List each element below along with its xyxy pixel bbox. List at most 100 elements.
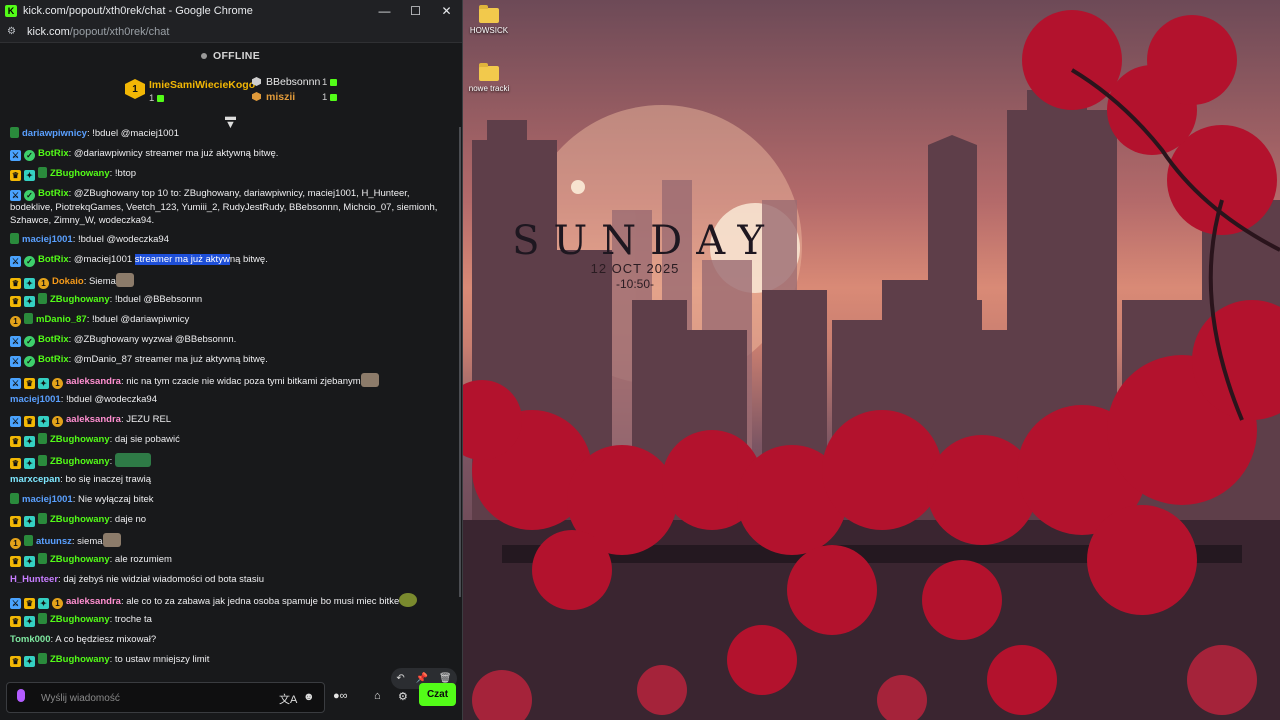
chat-username[interactable]: ZBughowany <box>50 168 110 179</box>
chat-username[interactable]: ZBughowany <box>50 434 110 445</box>
chat-username[interactable]: BotRix <box>38 188 69 199</box>
address-bar[interactable]: ⚙ kick.com/popout/xth0rek/chat <box>0 21 462 43</box>
vip-badge-icon: ♛ <box>24 378 35 389</box>
chat-message[interactable]: ♛ ✦ ZBughowany: troche ta <box>10 613 452 627</box>
chat-messages[interactable]: dariawpiwnicy: !bduel @maciej1001 ⚔ ✓ BotRi… <box>0 127 459 677</box>
chat-username[interactable]: maciej1001 <box>22 234 73 245</box>
chat-message[interactable]: ♛ ✦ ZBughowany: daj sie pobawić <box>10 433 452 447</box>
url-path: /popout/xth0rek/chat <box>69 25 170 38</box>
chat-message[interactable]: maciej1001: !bduel @wodeczka94 <box>10 393 452 406</box>
settings-gear-icon[interactable]: ⚙ <box>398 690 408 703</box>
leaderboard-third-name[interactable]: miszii <box>266 91 295 103</box>
chat-message[interactable]: ♛ ✦ 1 Dokaio: Siema <box>10 273 452 289</box>
sub-badge-icon <box>38 293 47 304</box>
kicks-icon[interactable]: ●∞ <box>333 690 348 702</box>
chat-message[interactable]: ♛ ✦ ZBughowany: daje no <box>10 513 452 527</box>
chat-message[interactable]: ⚔ ♛ ✦ 1 aaleksandra: JEZU REL <box>10 413 452 427</box>
chat-username[interactable]: maciej1001 <box>22 494 73 505</box>
gift-count: 1 <box>322 92 328 103</box>
chat-message[interactable]: ⚔ ✓ BotRix: @ZBughowany top 10 to: ZBughow… <box>10 187 452 227</box>
translate-icon[interactable]: 文A <box>279 691 297 707</box>
chat-username[interactable]: BotRix <box>38 334 69 345</box>
site-settings-icon[interactable]: ⚙ <box>7 26 19 37</box>
desktop-folder-howsick[interactable]: HOWSICK <box>462 5 519 35</box>
chat-username[interactable]: mDanio_87 <box>36 314 87 325</box>
message-text: @maciej1001 <box>73 254 135 265</box>
chat-message[interactable]: ⚔ ✓ BotRix: @maciej1001 streamer ma już ak… <box>10 253 452 267</box>
chat-message[interactable]: ♛ ✦ ZBughowany: ale rozumiem <box>10 553 452 567</box>
chat-username[interactable]: ZBughowany <box>50 294 110 305</box>
bot-badge-icon: ✓ <box>24 150 35 161</box>
chat-username[interactable]: maciej1001 <box>10 394 61 405</box>
chat-username[interactable]: BotRix <box>38 148 69 159</box>
mod-badge-icon: ⚔ <box>10 336 21 347</box>
desktop-folder-label: nowe tracki <box>468 84 510 93</box>
chat-message[interactable]: 1 atuunsz: siema <box>10 533 452 549</box>
chat-message[interactable]: Tomk000: A co będziesz mixował? <box>10 633 452 646</box>
kick-logo-icon: K <box>5 4 17 17</box>
message-text: ale co to za zabawa jak jedna osoba spam… <box>126 596 400 607</box>
message-text: Nie wyłączaj bitek <box>78 494 154 505</box>
sub-badge-icon <box>10 127 19 138</box>
chat-message[interactable]: ⚔ ✓ BotRix: @dariawpiwnicy streamer ma już… <box>10 147 452 161</box>
message-text: !bduel @wodeczka94 <box>78 234 169 245</box>
sub-badge-icon <box>10 493 19 504</box>
message-text: Siema <box>88 276 116 287</box>
chat-message[interactable]: dariawpiwnicy: !bduel @maciej1001 <box>10 127 452 140</box>
store-icon[interactable]: ⌂ <box>374 690 381 702</box>
chat-username[interactable]: BotRix <box>38 254 69 265</box>
chat-message[interactable]: ⚔ ♛ ✦ 1 aaleksandra: nic na tym czacie nie w… <box>10 373 452 389</box>
microphone-icon[interactable] <box>17 689 25 702</box>
minimize-button[interactable]: — <box>369 4 400 18</box>
message-text: !bduel @maciej1001 <box>92 128 179 139</box>
chat-message[interactable]: marxcepan: bo się inaczej trawią <box>10 473 452 486</box>
chat-input-box[interactable]: 文A ☻ <box>6 682 325 713</box>
chat-username[interactable]: ZBughowany <box>50 654 110 665</box>
chat-message[interactable]: ♛ ✦ ZBughowany: !btop <box>10 167 452 181</box>
message-text: daj żebyś nie widział wiadomości od bota… <box>63 574 264 585</box>
emote-icon <box>399 593 418 607</box>
leaderboard-second-name[interactable]: BBebsonnn <box>266 76 320 88</box>
chat-username[interactable]: aaleksandra <box>66 414 121 425</box>
og-badge-icon: ✦ <box>24 516 35 527</box>
chat-username[interactable]: ZBughowany <box>50 554 110 565</box>
chat-message[interactable]: H_Hunteer: daj żebyś nie widział wiadomo… <box>10 573 452 586</box>
og-badge-icon: ✦ <box>38 416 49 427</box>
chat-message[interactable]: ♛ ✦ ZBughowany: <box>10 453 452 469</box>
chat-username[interactable]: aaleksandra <box>66 376 121 387</box>
leaderboard-first-name[interactable]: ImieSamiWiecieKogo <box>149 79 255 91</box>
chat-input[interactable] <box>39 689 263 707</box>
close-button[interactable]: ✕ <box>431 4 462 18</box>
chat-username[interactable]: BotRix <box>38 354 69 365</box>
chat-username[interactable]: ZBughowany <box>50 614 110 625</box>
chat-username[interactable]: Dokaio <box>52 276 84 287</box>
title-bar[interactable]: K kick.com/popout/xth0rek/chat - Google … <box>0 0 462 21</box>
chat-username[interactable]: H_Hunteer <box>10 574 58 585</box>
maximize-button[interactable]: ☐ <box>400 4 431 18</box>
sub-badge-icon <box>24 313 33 324</box>
chat-scrollbar[interactable] <box>459 127 461 597</box>
sub-badge-icon <box>38 167 47 178</box>
og-badge-icon: ✦ <box>24 278 35 289</box>
chat-username[interactable]: Tomk000 <box>10 634 50 645</box>
emoji-icon[interactable]: ☻ <box>303 691 315 703</box>
chat-username[interactable]: atuunsz <box>36 536 72 547</box>
chat-username[interactable]: aaleksandra <box>66 596 121 607</box>
chat-username[interactable]: dariawpiwnicy <box>22 128 87 139</box>
chat-message[interactable]: 1 mDanio_87: !bduel @dariawpiwnicy <box>10 313 452 327</box>
chat-username[interactable]: marxcepan <box>10 474 60 485</box>
chat-message[interactable]: ⚔ ♛ ✦ 1 aaleksandra: ale co to za zabawa jak… <box>10 593 452 609</box>
chat-username[interactable]: ZBughowany <box>50 514 110 525</box>
desktop-folder-nowe-tracki[interactable]: nowe tracki <box>462 63 519 93</box>
send-chat-button[interactable]: Czat <box>419 683 456 706</box>
chat-message[interactable]: maciej1001: !bduel @wodeczka94 <box>10 233 452 246</box>
chat-message[interactable]: ⚔ ✓ BotRix: @ZBughowany wyzwał @BBebsonnn. <box>10 333 452 347</box>
leaderboard-third-count: 1 <box>322 92 338 103</box>
chat-message[interactable]: ♛ ✦ ZBughowany: to ustaw mniejszy limit <box>10 653 452 667</box>
vip-badge-icon: ♛ <box>10 170 21 181</box>
og-badge-icon: ✦ <box>24 458 35 469</box>
chat-message[interactable]: ⚔ ✓ BotRix: @mDanio_87 streamer ma już akt… <box>10 353 452 367</box>
chat-message[interactable]: ♛ ✦ ZBughowany: !bduel @BBebsonnn <box>10 293 452 307</box>
chat-username[interactable]: ZBughowany <box>50 456 110 467</box>
chat-message[interactable]: maciej1001: Nie wyłączaj bitek <box>10 493 452 506</box>
